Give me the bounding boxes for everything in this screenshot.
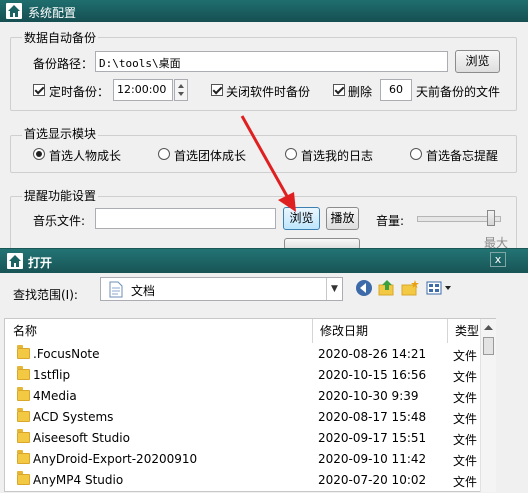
radio-person-growth[interactable]	[33, 148, 45, 160]
days-suffix-label: 天前备份的文件	[416, 85, 501, 99]
delete-old-checkbox[interactable]	[333, 84, 345, 96]
view-menu-icon[interactable]	[426, 279, 454, 297]
file-name: 1stflip	[33, 368, 71, 382]
volume-slider-thumb[interactable]	[487, 210, 496, 226]
new-folder-icon[interactable]	[401, 279, 419, 297]
file-row[interactable]: AnyDroid-Export-20200910 2020-09-10 11:42…	[10, 449, 478, 470]
dialog-title: 打开	[28, 256, 53, 270]
home-icon	[7, 253, 23, 269]
spinner-arrows-icon	[178, 84, 184, 96]
radio-person-growth-label: 首选人物成长	[49, 149, 122, 163]
file-row[interactable]: Aiseesoft Studio 2020-09-17 15:51 文件	[10, 428, 478, 449]
file-date: 2020-07-20 10:02	[318, 473, 427, 487]
scroll-up-icon[interactable]	[483, 323, 494, 331]
lookin-combo[interactable]: 文档 ▼	[100, 277, 343, 301]
file-row[interactable]: AnyMP4 Studio 2020-07-20 10:02 文件	[10, 470, 478, 491]
folder-icon	[17, 408, 30, 422]
file-type: 文件	[453, 349, 478, 363]
folder-icon	[17, 471, 30, 485]
window-title: 系统配置	[28, 6, 77, 20]
lookin-label: 查找范围(I):	[13, 288, 78, 302]
column-header-date[interactable]: 修改日期	[320, 322, 368, 339]
file-name: AnyDroid-Export-20200910	[33, 452, 198, 466]
folder-icon	[17, 450, 30, 464]
file-row[interactable]: .FocusNote 2020-08-26 14:21 文件	[10, 344, 478, 365]
backup-path-label: 备份路径：	[33, 57, 94, 71]
file-list-scrollbar[interactable]	[480, 319, 496, 492]
close-backup-label: 关闭软件时备份	[226, 85, 311, 99]
file-date: 2020-08-26 14:21	[318, 347, 427, 361]
radio-group-growth[interactable]	[158, 148, 170, 160]
file-name: .FocusNote	[33, 347, 100, 361]
chevron-down-icon[interactable]: ▼	[326, 278, 342, 300]
file-type: 文件	[453, 391, 478, 405]
timed-backup-label: 定时备份：	[49, 85, 110, 99]
column-header-name[interactable]: 名称	[13, 322, 37, 339]
folder-icon	[17, 429, 30, 443]
delete-label: 删除	[348, 85, 373, 99]
file-date: 2020-09-10 11:42	[318, 452, 427, 466]
time-spinner[interactable]	[174, 79, 188, 101]
column-header-type[interactable]: 类型	[455, 322, 479, 339]
lookin-value: 文档	[131, 284, 156, 298]
file-type: 文件	[453, 454, 478, 468]
file-row[interactable]: 4Media 2020-10-30 9:39 文件	[10, 386, 478, 407]
folder-icon	[17, 387, 30, 401]
file-name: 4Media	[33, 389, 77, 403]
file-date: 2020-10-30 9:39	[318, 389, 419, 403]
timed-backup-checkbox[interactable]	[33, 84, 45, 96]
file-name: AnyMP4 Studio	[33, 473, 124, 487]
volume-label: 音量:	[376, 214, 405, 228]
backup-path-input[interactable]: D:\tools\桌面	[95, 51, 448, 72]
backup-time-input[interactable]: 12:00:00	[113, 79, 173, 101]
file-date: 2020-10-15 16:56	[318, 368, 427, 382]
file-row[interactable]: 1stflip 2020-10-15 16:56 文件	[10, 365, 478, 386]
reminder-group-label: 提醒功能设置	[22, 187, 99, 204]
title-bar: 系统配置	[0, 0, 528, 22]
file-date: 2020-09-17 15:51	[318, 431, 427, 445]
file-type: 文件	[453, 433, 478, 447]
radio-my-log-label: 首选我的日志	[301, 149, 374, 163]
document-icon	[109, 281, 123, 298]
file-type: 文件	[453, 412, 478, 426]
home-icon	[6, 3, 22, 19]
module-group-label: 首选显示模块	[22, 125, 99, 142]
scrollbar-thumb[interactable]	[483, 337, 494, 355]
days-input[interactable]: 60	[380, 79, 412, 101]
column-separator[interactable]	[312, 319, 313, 343]
folder-icon	[17, 345, 30, 359]
backup-browse-button[interactable]: 浏览	[455, 50, 500, 73]
dialog-close-button[interactable]: x	[490, 252, 506, 267]
file-date: 2020-08-17 15:48	[318, 410, 427, 424]
play-button[interactable]: 播放	[326, 207, 359, 230]
file-name: Aiseesoft Studio	[33, 431, 130, 445]
backup-group-label: 数据自动备份	[22, 29, 99, 46]
file-type: 文件	[453, 475, 478, 489]
file-type: 文件	[453, 370, 478, 384]
file-name: ACD Systems	[33, 410, 114, 424]
dialog-title-bar: 打开 x	[0, 249, 528, 273]
music-file-label: 音乐文件:	[33, 214, 86, 228]
folder-icon	[17, 366, 30, 380]
column-separator[interactable]	[447, 319, 448, 343]
file-row[interactable]: ACD Systems 2020-08-17 15:48 文件	[10, 407, 478, 428]
up-folder-icon[interactable]	[378, 279, 396, 297]
back-icon[interactable]	[355, 279, 373, 297]
radio-memo-reminder-label: 首选备忘提醒	[426, 149, 499, 163]
radio-memo-reminder[interactable]	[410, 148, 422, 160]
annotation-arrow-icon	[240, 115, 296, 212]
close-backup-checkbox[interactable]	[211, 84, 223, 96]
